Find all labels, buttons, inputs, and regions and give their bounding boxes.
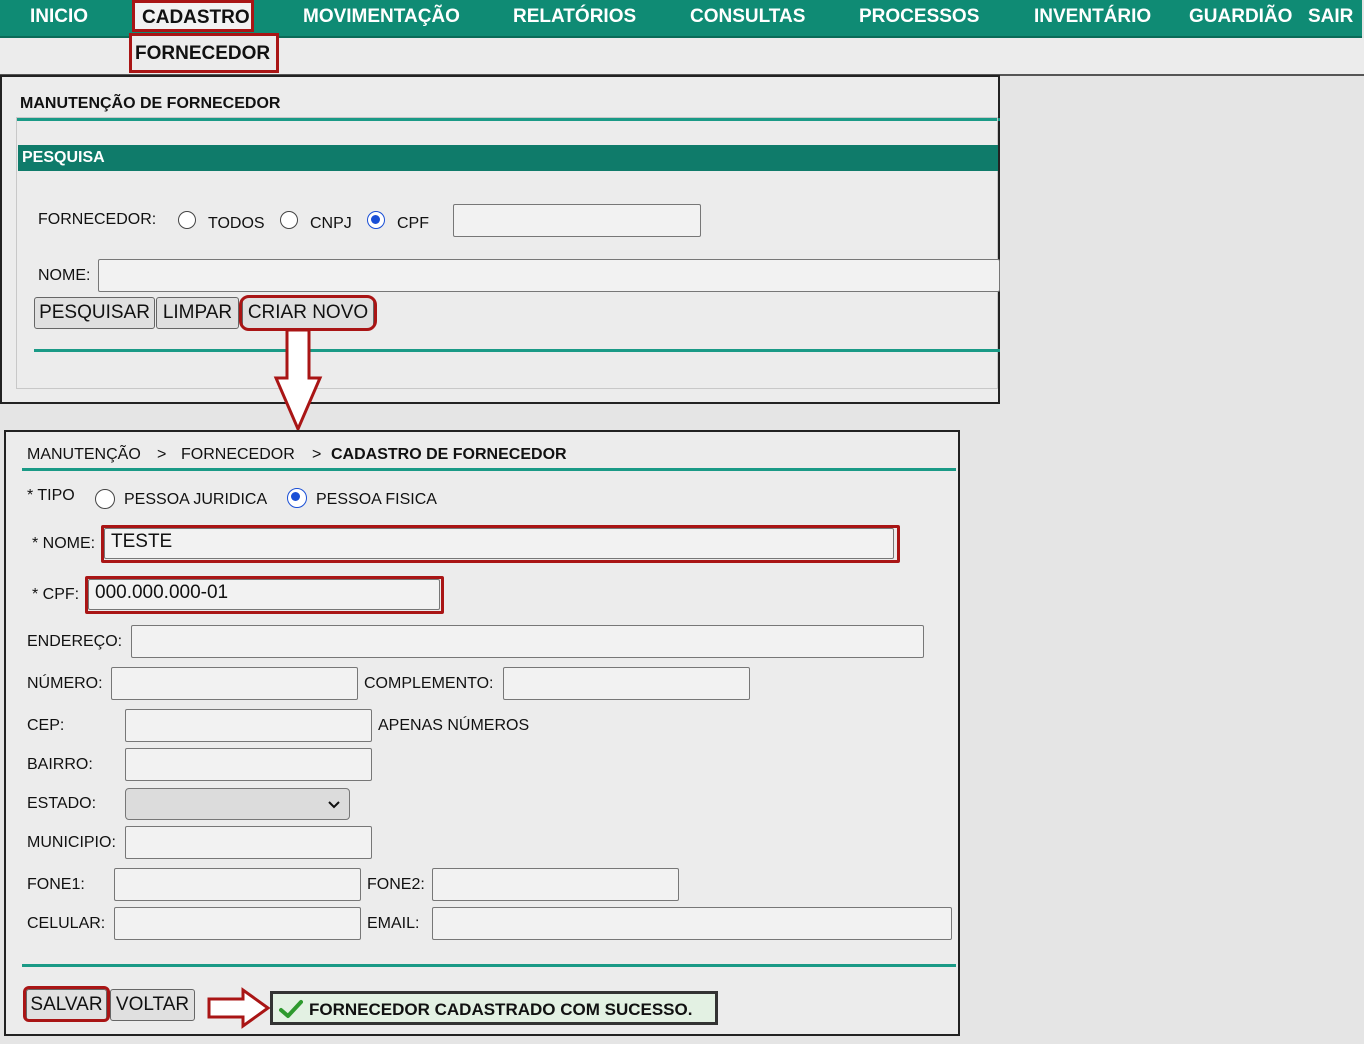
numero-field[interactable] bbox=[111, 667, 358, 700]
radio-cnpj[interactable] bbox=[280, 211, 298, 229]
fone1-field[interactable] bbox=[114, 868, 361, 901]
nav-consultas[interactable]: CONSULTAS bbox=[690, 6, 805, 28]
nav-movimentacao[interactable]: MOVIMENTAÇÃO bbox=[303, 6, 460, 28]
subnav-fornecedor[interactable]: FORNECEDOR bbox=[129, 33, 279, 73]
radio-cpf[interactable] bbox=[367, 211, 385, 229]
arrow-down-icon bbox=[273, 328, 323, 433]
radio-pessoa-fisica[interactable] bbox=[287, 488, 307, 508]
estado-select[interactable] bbox=[125, 788, 350, 820]
search-divider bbox=[34, 349, 1000, 352]
fone1-label: FONE1: bbox=[27, 876, 85, 893]
complemento-field[interactable] bbox=[503, 667, 750, 700]
radio-todos[interactable] bbox=[178, 211, 196, 229]
breadcrumb-separator: > bbox=[157, 446, 167, 463]
chevron-down-icon bbox=[328, 801, 340, 809]
nav-sair[interactable]: SAIR bbox=[1308, 6, 1353, 28]
celular-field[interactable] bbox=[114, 907, 361, 940]
section-title: PESQUISA bbox=[22, 149, 105, 166]
radio-cnpj-label: CNPJ bbox=[310, 215, 352, 232]
search-panel: MANUTENÇÃO DE FORNECEDOR PESQUISA FORNEC… bbox=[0, 75, 1000, 404]
arrow-right-icon bbox=[207, 987, 271, 1029]
endereco-label: ENDEREÇO: bbox=[27, 633, 123, 650]
fone2-label: FONE2: bbox=[367, 876, 425, 893]
breadcrumb-divider bbox=[22, 468, 956, 471]
create-new-highlight bbox=[239, 295, 377, 331]
nav-inicio[interactable]: INICIO bbox=[30, 6, 88, 28]
cep-hint: APENAS NÚMEROS bbox=[378, 717, 530, 734]
page-title: MANUTENÇÃO DE FORNECEDOR bbox=[20, 95, 281, 112]
back-button[interactable]: VOLTAR bbox=[110, 989, 195, 1021]
email-label: EMAIL: bbox=[367, 915, 420, 932]
section-header: PESQUISA bbox=[18, 145, 998, 171]
radio-todos-label: TODOS bbox=[208, 215, 265, 232]
document-search-input[interactable] bbox=[453, 204, 701, 237]
cep-field[interactable] bbox=[125, 709, 372, 742]
celular-label: CELULAR: bbox=[27, 915, 106, 932]
fornecedor-label: FORNECEDOR: bbox=[38, 211, 157, 228]
nome-label: NOME: bbox=[38, 267, 91, 284]
cpf-highlight bbox=[85, 576, 444, 614]
nome-highlight bbox=[101, 525, 900, 563]
radio-pessoa-fisica-label: PESSOA FISICA bbox=[316, 491, 437, 508]
bairro-label: BAIRRO: bbox=[27, 756, 93, 773]
tipo-label: * TIPO bbox=[27, 487, 75, 504]
save-highlight bbox=[23, 986, 110, 1022]
checkmark-icon bbox=[279, 1000, 303, 1018]
form-divider bbox=[22, 964, 956, 967]
complemento-label: COMPLEMENTO: bbox=[364, 675, 494, 692]
bairro-field[interactable] bbox=[125, 748, 372, 781]
cpf-field-label: * CPF: bbox=[32, 586, 80, 603]
radio-cpf-label: CPF bbox=[397, 215, 429, 232]
nav-relatorios[interactable]: RELATÓRIOS bbox=[513, 6, 636, 28]
endereco-field[interactable] bbox=[131, 625, 924, 658]
nome-field-label: * NOME: bbox=[32, 535, 96, 552]
fone2-field[interactable] bbox=[432, 868, 679, 901]
breadcrumb-current: CADASTRO DE FORNECEDOR bbox=[331, 446, 567, 463]
nav-guardiao[interactable]: GUARDIÃO bbox=[1189, 6, 1292, 28]
email-field[interactable] bbox=[432, 907, 952, 940]
nav-processos[interactable]: PROCESSOS bbox=[859, 6, 979, 28]
nav-cadastro[interactable]: CADASTRO bbox=[132, 0, 254, 32]
subnav-fornecedor-label: FORNECEDOR bbox=[135, 43, 271, 64]
success-text: FORNECEDOR CADASTRADO COM SUCESSO. bbox=[309, 1000, 693, 1019]
success-message: FORNECEDOR CADASTRADO COM SUCESSO. bbox=[270, 991, 718, 1025]
search-button[interactable]: PESQUISAR bbox=[34, 297, 155, 329]
nav-cadastro-label: CADASTRO bbox=[142, 7, 250, 28]
radio-pessoa-juridica[interactable] bbox=[95, 489, 115, 509]
breadcrumb-fornecedor[interactable]: FORNECEDOR bbox=[181, 446, 295, 464]
municipio-label: MUNICIPIO: bbox=[27, 834, 116, 851]
breadcrumb-manutencao[interactable]: MANUTENÇÃO bbox=[27, 446, 141, 464]
estado-label: ESTADO: bbox=[27, 795, 97, 812]
radio-pessoa-juridica-label: PESSOA JURIDICA bbox=[124, 491, 268, 508]
nav-inventario[interactable]: INVENTÁRIO bbox=[1034, 6, 1151, 28]
numero-label: NÚMERO: bbox=[27, 675, 103, 692]
cep-label: CEP: bbox=[27, 717, 65, 734]
nome-search-input[interactable] bbox=[98, 259, 1000, 292]
breadcrumb-separator: > bbox=[312, 446, 322, 463]
clear-button[interactable]: LIMPAR bbox=[156, 297, 239, 329]
municipio-field[interactable] bbox=[125, 826, 372, 859]
